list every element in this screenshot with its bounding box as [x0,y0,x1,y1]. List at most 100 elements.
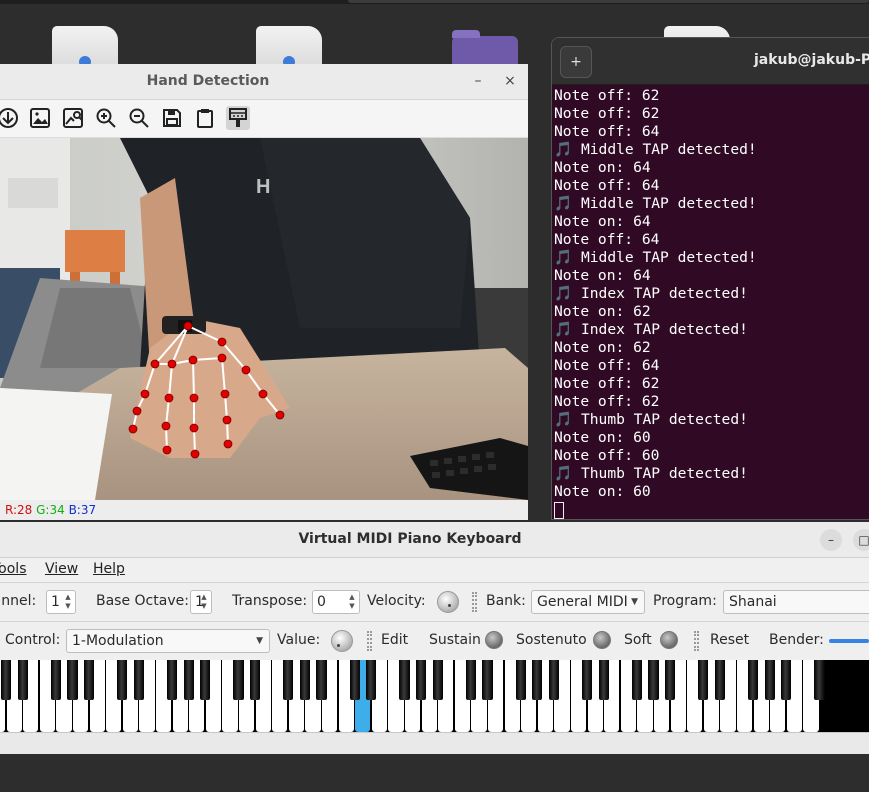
sustain-indicator[interactable] [485,631,503,649]
transpose-spinbox[interactable]: 0 ▲ ▼ [312,590,360,614]
black-key[interactable] [482,660,493,701]
bender-slider[interactable] [829,639,869,643]
vmpk-titlebar[interactable]: Virtual MIDI Piano Keyboard – □ [0,522,869,558]
terminal-line: Note off: 60 [554,447,660,464]
top-bar-panel [348,0,869,3]
menu-view[interactable]: View [45,561,78,577]
channel-spinbox[interactable]: 1 ▲ ▼ [46,590,76,614]
black-key[interactable] [133,660,145,701]
desktop-bottom [0,754,869,792]
black-key[interactable] [200,660,211,701]
minimize-button[interactable]: – [466,70,490,94]
transpose-label: Transpose: [232,593,308,609]
black-key[interactable] [714,660,726,701]
black-key[interactable] [249,660,261,701]
close-button[interactable]: × [498,70,522,94]
bank-label: Bank: [486,593,526,609]
spin-arrows-icon[interactable]: ▲ ▼ [63,593,73,611]
arrow-down-icon[interactable] [0,106,20,130]
black-key[interactable] [166,660,178,701]
black-key[interactable] [781,660,792,701]
terminal-titlebar[interactable]: + jakub@jakub-P53 [552,38,869,85]
black-key[interactable] [548,660,560,701]
clipboard-icon[interactable] [193,106,217,130]
desktop-file-icon[interactable] [52,26,118,68]
camera-frame: H [0,138,528,500]
black-key[interactable] [631,660,643,701]
zoom-out-icon[interactable] [127,106,151,130]
menu-help[interactable]: Help [93,561,125,577]
black-key[interactable] [532,660,543,701]
transpose-value: 0 [317,594,326,610]
black-key[interactable] [399,660,410,701]
black-key[interactable] [233,660,244,701]
black-key[interactable] [747,660,759,701]
save-icon[interactable] [160,106,184,130]
properties-icon[interactable] [226,106,250,130]
edit-button[interactable]: Edit [381,632,408,648]
black-key[interactable] [764,660,775,701]
black-key[interactable] [17,660,28,701]
desktop: Hand Detection – × H R:28 G:34 B:37 + ja… [0,0,869,792]
black-key[interactable] [664,660,676,701]
black-key[interactable] [0,660,12,701]
vmpk-statusbar [0,732,869,754]
soft-indicator[interactable] [660,631,678,649]
terminal-output[interactable]: Note off: 62 Note off: 62 Note off: 64 🎵 Mi… [554,87,869,519]
hand-detection-titlebar[interactable]: Hand Detection – × [0,64,528,100]
black-key[interactable] [415,660,427,701]
black-key[interactable] [50,660,62,701]
bender-label: Bender: [769,632,824,648]
image-search-icon[interactable] [61,106,85,130]
value-knob[interactable] [331,630,353,652]
sostenuto-indicator[interactable] [593,631,611,649]
black-key[interactable] [598,660,609,701]
menu-tools[interactable]: Tools [0,561,27,577]
black-key[interactable] [648,660,659,701]
piano-keyboard[interactable] [0,660,869,732]
black-key[interactable] [117,660,128,701]
bank-combobox[interactable]: General MIDI ▼ [531,590,645,614]
black-key[interactable] [283,660,294,701]
terminal-line: Note off: 62 [554,87,660,104]
reset-button[interactable]: Reset [710,632,749,648]
toolbar-grip-icon[interactable] [694,631,699,651]
terminal-line: 🎵 Middle TAP detected! [554,249,757,266]
black-key[interactable] [366,660,377,701]
terminal-line: Note off: 64 [554,231,660,248]
sostenuto-label[interactable]: Sostenuto [516,632,587,648]
black-key[interactable] [581,660,593,701]
sustain-label[interactable]: Sustain [429,632,481,648]
terminal-prompt[interactable] [554,501,869,519]
black-key[interactable] [814,660,825,701]
new-tab-button[interactable]: + [560,46,592,78]
minimize-button[interactable]: – [820,529,842,551]
toolbar-grip-icon[interactable] [367,631,372,651]
zoom-in-icon[interactable] [94,106,118,130]
toolbar-grip-icon[interactable] [472,592,477,612]
black-key[interactable] [67,660,78,701]
terminal-line: Note off: 64 [554,357,660,374]
black-key[interactable] [83,660,95,701]
spin-arrows-icon[interactable]: ▲ ▼ [347,593,357,611]
desktop-file-icon[interactable] [256,26,322,68]
black-key[interactable] [698,660,709,701]
soft-label[interactable]: Soft [624,632,652,648]
spin-arrows-icon[interactable]: ▲ ▼ [199,593,209,611]
vmpk-window: Virtual MIDI Piano Keyboard – □ Tools Vi… [0,522,869,754]
maximize-button[interactable]: □ [853,529,869,551]
black-key[interactable] [515,660,526,701]
base-octave-label: Base Octave: [96,593,189,609]
octave-spinbox[interactable]: 1 ▲ ▼ [190,590,212,614]
black-key[interactable] [316,660,327,701]
terminal-title: jakub@jakub-P53 [754,52,869,68]
program-combobox[interactable]: Shanai [723,590,869,614]
black-key[interactable] [299,660,311,701]
image-icon[interactable] [28,106,52,130]
velocity-knob[interactable] [437,591,459,613]
black-key[interactable] [432,660,443,701]
black-key[interactable] [349,660,360,701]
black-key[interactable] [465,660,477,701]
control-combobox[interactable]: 1-Modulation ▼ [66,629,270,653]
black-key[interactable] [183,660,194,701]
